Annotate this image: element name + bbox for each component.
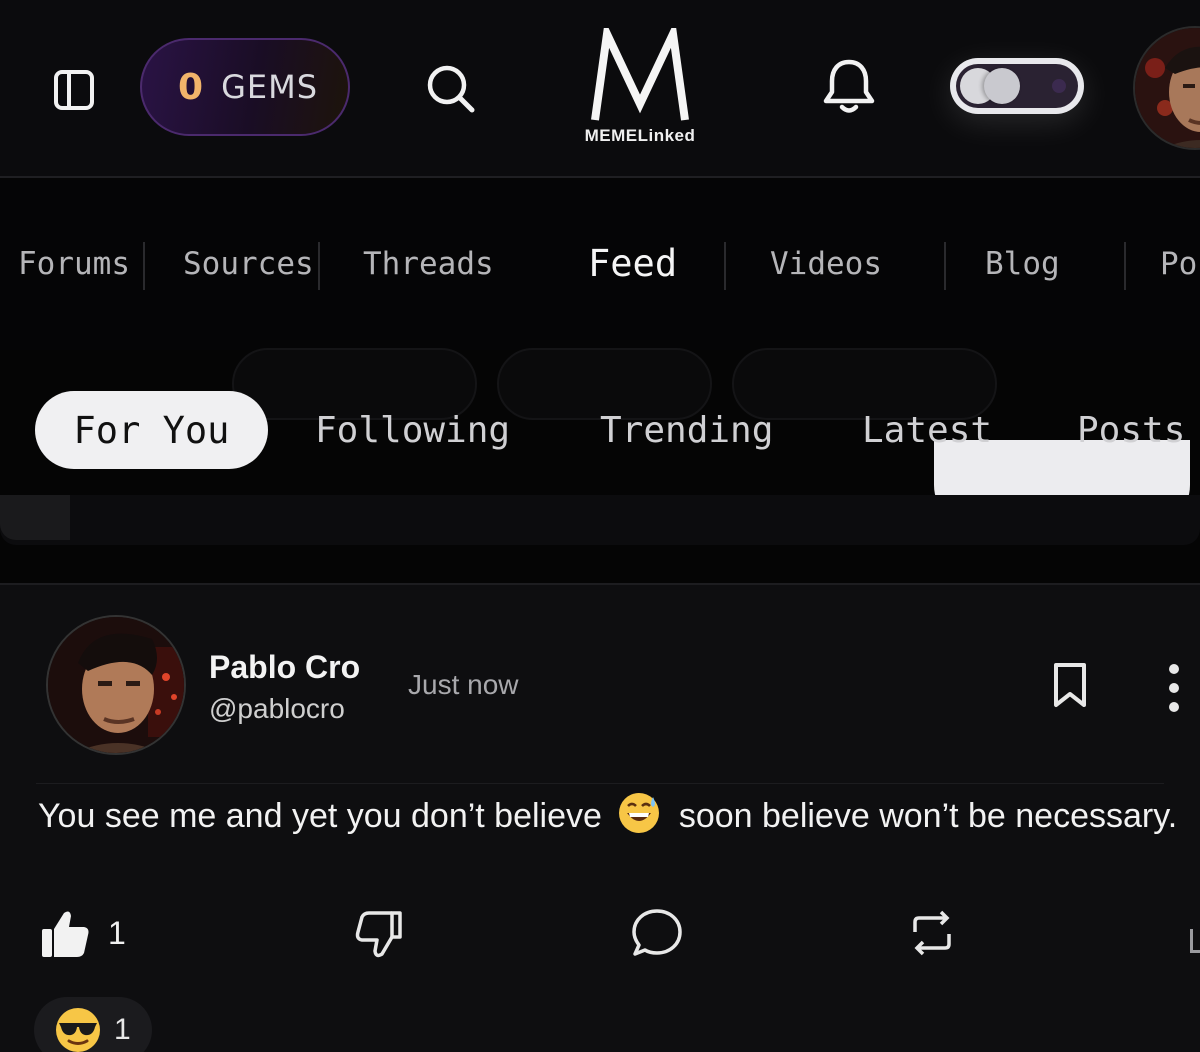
share-icon[interactable] <box>1190 929 1200 953</box>
main-nav: Forums Sources Threads Feed Videos Blog … <box>0 180 1200 350</box>
nav-item-threads[interactable]: Threads <box>363 246 494 282</box>
top-header: 0 GEMS MEMELinked <box>0 0 1200 178</box>
nav-item-feed[interactable]: Feed <box>588 242 677 285</box>
author-handle[interactable]: @pablocro <box>209 693 345 725</box>
nav-separator <box>318 242 320 290</box>
nav-item-blog[interactable]: Blog <box>985 246 1060 282</box>
tab-trending[interactable]: Trending <box>600 410 773 451</box>
author-avatar[interactable] <box>46 615 186 755</box>
tab-for-you[interactable]: For You <box>35 391 268 469</box>
bell-icon[interactable] <box>820 56 878 118</box>
more-options-icon[interactable] <box>1158 661 1190 715</box>
feed-sub-tabs: For You Following Trending Latest Posts <box>0 380 1200 490</box>
post-divider <box>36 783 1164 784</box>
comment-button[interactable] <box>630 903 684 963</box>
post-text-part-2: soon believe won’t be necessary. <box>678 797 1178 835</box>
site-logo[interactable]: MEMELinked <box>580 28 700 154</box>
sidebar-toggle-icon[interactable] <box>52 68 96 112</box>
theme-toggle[interactable] <box>950 58 1084 114</box>
repost-button[interactable] <box>905 903 959 963</box>
reaction-count: 1 <box>114 1013 131 1046</box>
toggle-track <box>956 64 1078 108</box>
sunglasses-emoji <box>56 1008 100 1052</box>
user-avatar[interactable] <box>1133 26 1200 150</box>
dislike-button[interactable] <box>352 903 404 963</box>
like-button[interactable]: 1 <box>40 903 126 963</box>
nav-separator <box>143 242 145 290</box>
nav-separator <box>944 242 946 290</box>
like-count: 1 <box>108 914 126 951</box>
post-text: You see me and yet you don’t believe soo… <box>38 791 1188 836</box>
tab-latest[interactable]: Latest <box>862 410 992 451</box>
composer-panel <box>0 495 1200 545</box>
composer-stub <box>0 495 70 540</box>
gems-balance-button[interactable]: 0 GEMS <box>140 38 350 136</box>
tab-following[interactable]: Following <box>315 410 510 451</box>
nav-item-sources[interactable]: Sources <box>183 246 314 282</box>
logo-wordmark: MEMELinked <box>584 126 696 145</box>
comment-icon <box>632 909 682 956</box>
post-card: Pablo Cro @pablocro Just now You see me … <box>0 583 1200 1052</box>
bookmark-icon[interactable] <box>1048 661 1092 711</box>
author-name[interactable]: Pablo Cro <box>209 649 360 686</box>
nav-separator <box>724 242 726 290</box>
thumbs-down-icon <box>355 911 402 958</box>
grinning-sweat-emoji <box>617 791 661 835</box>
thumbs-up-icon <box>42 911 89 957</box>
tab-posts[interactable]: Posts <box>1077 410 1185 451</box>
reaction-pill[interactable]: 1 <box>34 997 152 1052</box>
toggle-knob-shadow <box>984 68 1020 104</box>
logo-m-mark <box>591 28 689 121</box>
toggle-indicator <box>1052 79 1066 93</box>
gems-label: GEMS <box>221 68 318 106</box>
repost-icon <box>913 910 951 956</box>
nav-item-overflow[interactable]: Po <box>1160 246 1197 282</box>
nav-item-videos[interactable]: Videos <box>770 246 882 282</box>
nav-item-forums[interactable]: Forums <box>18 246 130 282</box>
search-icon[interactable] <box>422 60 478 116</box>
post-timestamp: Just now <box>408 669 519 700</box>
nav-separator <box>1124 242 1126 290</box>
post-text-part-1: You see me and yet you don’t believe <box>38 797 602 835</box>
gems-count: 0 <box>178 66 204 108</box>
